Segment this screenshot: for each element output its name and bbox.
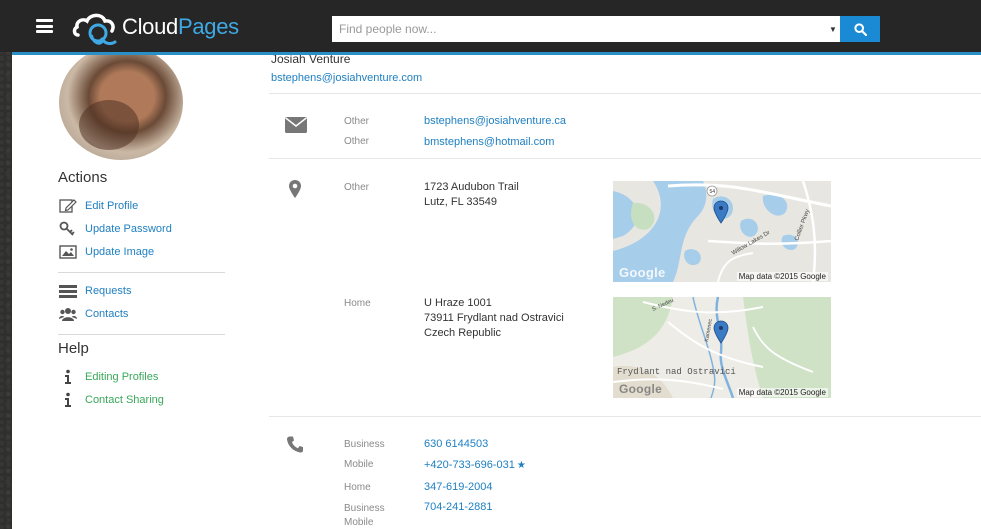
map-place-label: Frydlant nad Ostravici <box>617 367 736 377</box>
phone-link[interactable]: +420-733-696-031 ★ <box>424 459 526 471</box>
map-google-watermark: Google <box>619 265 666 280</box>
search-icon <box>853 22 867 36</box>
map-data-caption: Map data ©2015 Google <box>736 388 828 397</box>
primary-star-icon: ★ <box>516 459 526 471</box>
phone-link[interactable]: 630 6144503 <box>424 438 488 450</box>
search-bar: ▼ <box>332 16 880 42</box>
requests-link[interactable]: Requests <box>58 282 131 300</box>
app-logo-text: CloudPages <box>122 14 239 39</box>
address-map-frydlant[interactable]: Frydlant nad Ostravici Kamenec S. Nedeu … <box>613 297 831 398</box>
address-map-lutz[interactable]: Willow Lakes Dr Collier Pkwy 54 Google M… <box>613 181 831 282</box>
organization-name: Josiah Venture <box>271 55 351 66</box>
update-password-link[interactable]: Update Password <box>58 220 172 238</box>
map-data-caption: Map data ©2015 Google <box>736 272 828 281</box>
address-block: 1723 Audubon Trail Lutz, FL 33549 <box>424 180 519 210</box>
address-block: U Hraze 1001 73911 Frydlant nad Ostravic… <box>424 296 564 341</box>
contact-sharing-label: Contact Sharing <box>85 394 164 406</box>
map-route-label: 54 <box>710 189 716 195</box>
phone-type-label: Mobile <box>344 459 374 470</box>
email-type-label: Other <box>344 116 370 127</box>
edit-profile-label: Edit Profile <box>85 200 139 212</box>
phone-type-label: Business <box>344 439 385 450</box>
update-password-label: Update Password <box>85 223 172 235</box>
edit-profile-link[interactable]: Edit Profile <box>58 197 138 215</box>
map-google-watermark: Google <box>619 382 663 396</box>
cloudpages-logo-icon <box>72 9 120 46</box>
requests-label: Requests <box>85 285 132 297</box>
edit-icon <box>58 198 77 214</box>
key-icon <box>58 221 77 237</box>
email-link[interactable]: bstephens@josiahventure.ca <box>424 115 566 127</box>
section-divider <box>269 158 981 159</box>
update-image-label: Update Image <box>85 246 155 258</box>
email-type-label: Other <box>344 136 370 147</box>
section-divider <box>269 416 981 417</box>
address-type-label: Home <box>344 298 371 309</box>
hamburger-menu-icon[interactable] <box>36 19 53 33</box>
info-icon <box>58 369 77 385</box>
info-icon <box>58 392 77 408</box>
editing-profiles-help-link[interactable]: Editing Profiles <box>58 368 158 386</box>
top-bar: CloudPages ▼ <box>0 0 981 52</box>
address-line: 73911 Frydlant nad Ostravici <box>424 312 564 324</box>
search-button[interactable] <box>840 16 880 42</box>
envelope-icon <box>284 116 308 134</box>
section-divider <box>269 93 981 94</box>
search-input[interactable] <box>332 16 826 42</box>
actions-heading: Actions <box>58 169 108 186</box>
phone-number: +420-733-696-031 <box>424 459 515 471</box>
primary-email-link[interactable]: bstephens@josiahventure.com <box>271 72 422 84</box>
sidebar-divider <box>58 272 225 273</box>
contacts-label: Contacts <box>85 308 129 320</box>
email-link[interactable]: bmstephens@hotmail.com <box>424 136 554 148</box>
contact-sharing-help-link[interactable]: Contact Sharing <box>58 391 164 409</box>
help-heading: Help <box>58 340 89 357</box>
phone-type-label: Business Mobile <box>344 503 385 528</box>
profile-avatar <box>59 55 183 160</box>
contacts-link[interactable]: Contacts <box>58 305 128 323</box>
profile-panel: Actions Edit Profile Update Password Upd… <box>12 55 981 529</box>
address-type-label: Other <box>344 182 370 193</box>
phone-type-label: Home <box>344 482 371 493</box>
address-line: Czech Republic <box>424 327 502 339</box>
contacts-icon <box>58 306 77 322</box>
address-line: Lutz, FL 33549 <box>424 196 497 208</box>
phone-icon <box>286 435 304 453</box>
address-line: U Hraze 1001 <box>424 297 492 309</box>
phone-link[interactable]: 347-619-2004 <box>424 481 493 493</box>
sidebar-divider <box>58 334 225 335</box>
address-line: 1723 Audubon Trail <box>424 181 519 193</box>
phone-link[interactable]: 704-241-2881 <box>424 501 493 513</box>
update-image-link[interactable]: Update Image <box>58 243 154 261</box>
image-icon <box>58 244 77 260</box>
requests-icon <box>58 283 77 299</box>
editing-profiles-label: Editing Profiles <box>85 371 159 383</box>
app-logo[interactable]: CloudPages <box>72 9 239 46</box>
map-marker-icon <box>288 179 302 199</box>
search-dropdown-caret-icon[interactable]: ▼ <box>826 16 840 42</box>
